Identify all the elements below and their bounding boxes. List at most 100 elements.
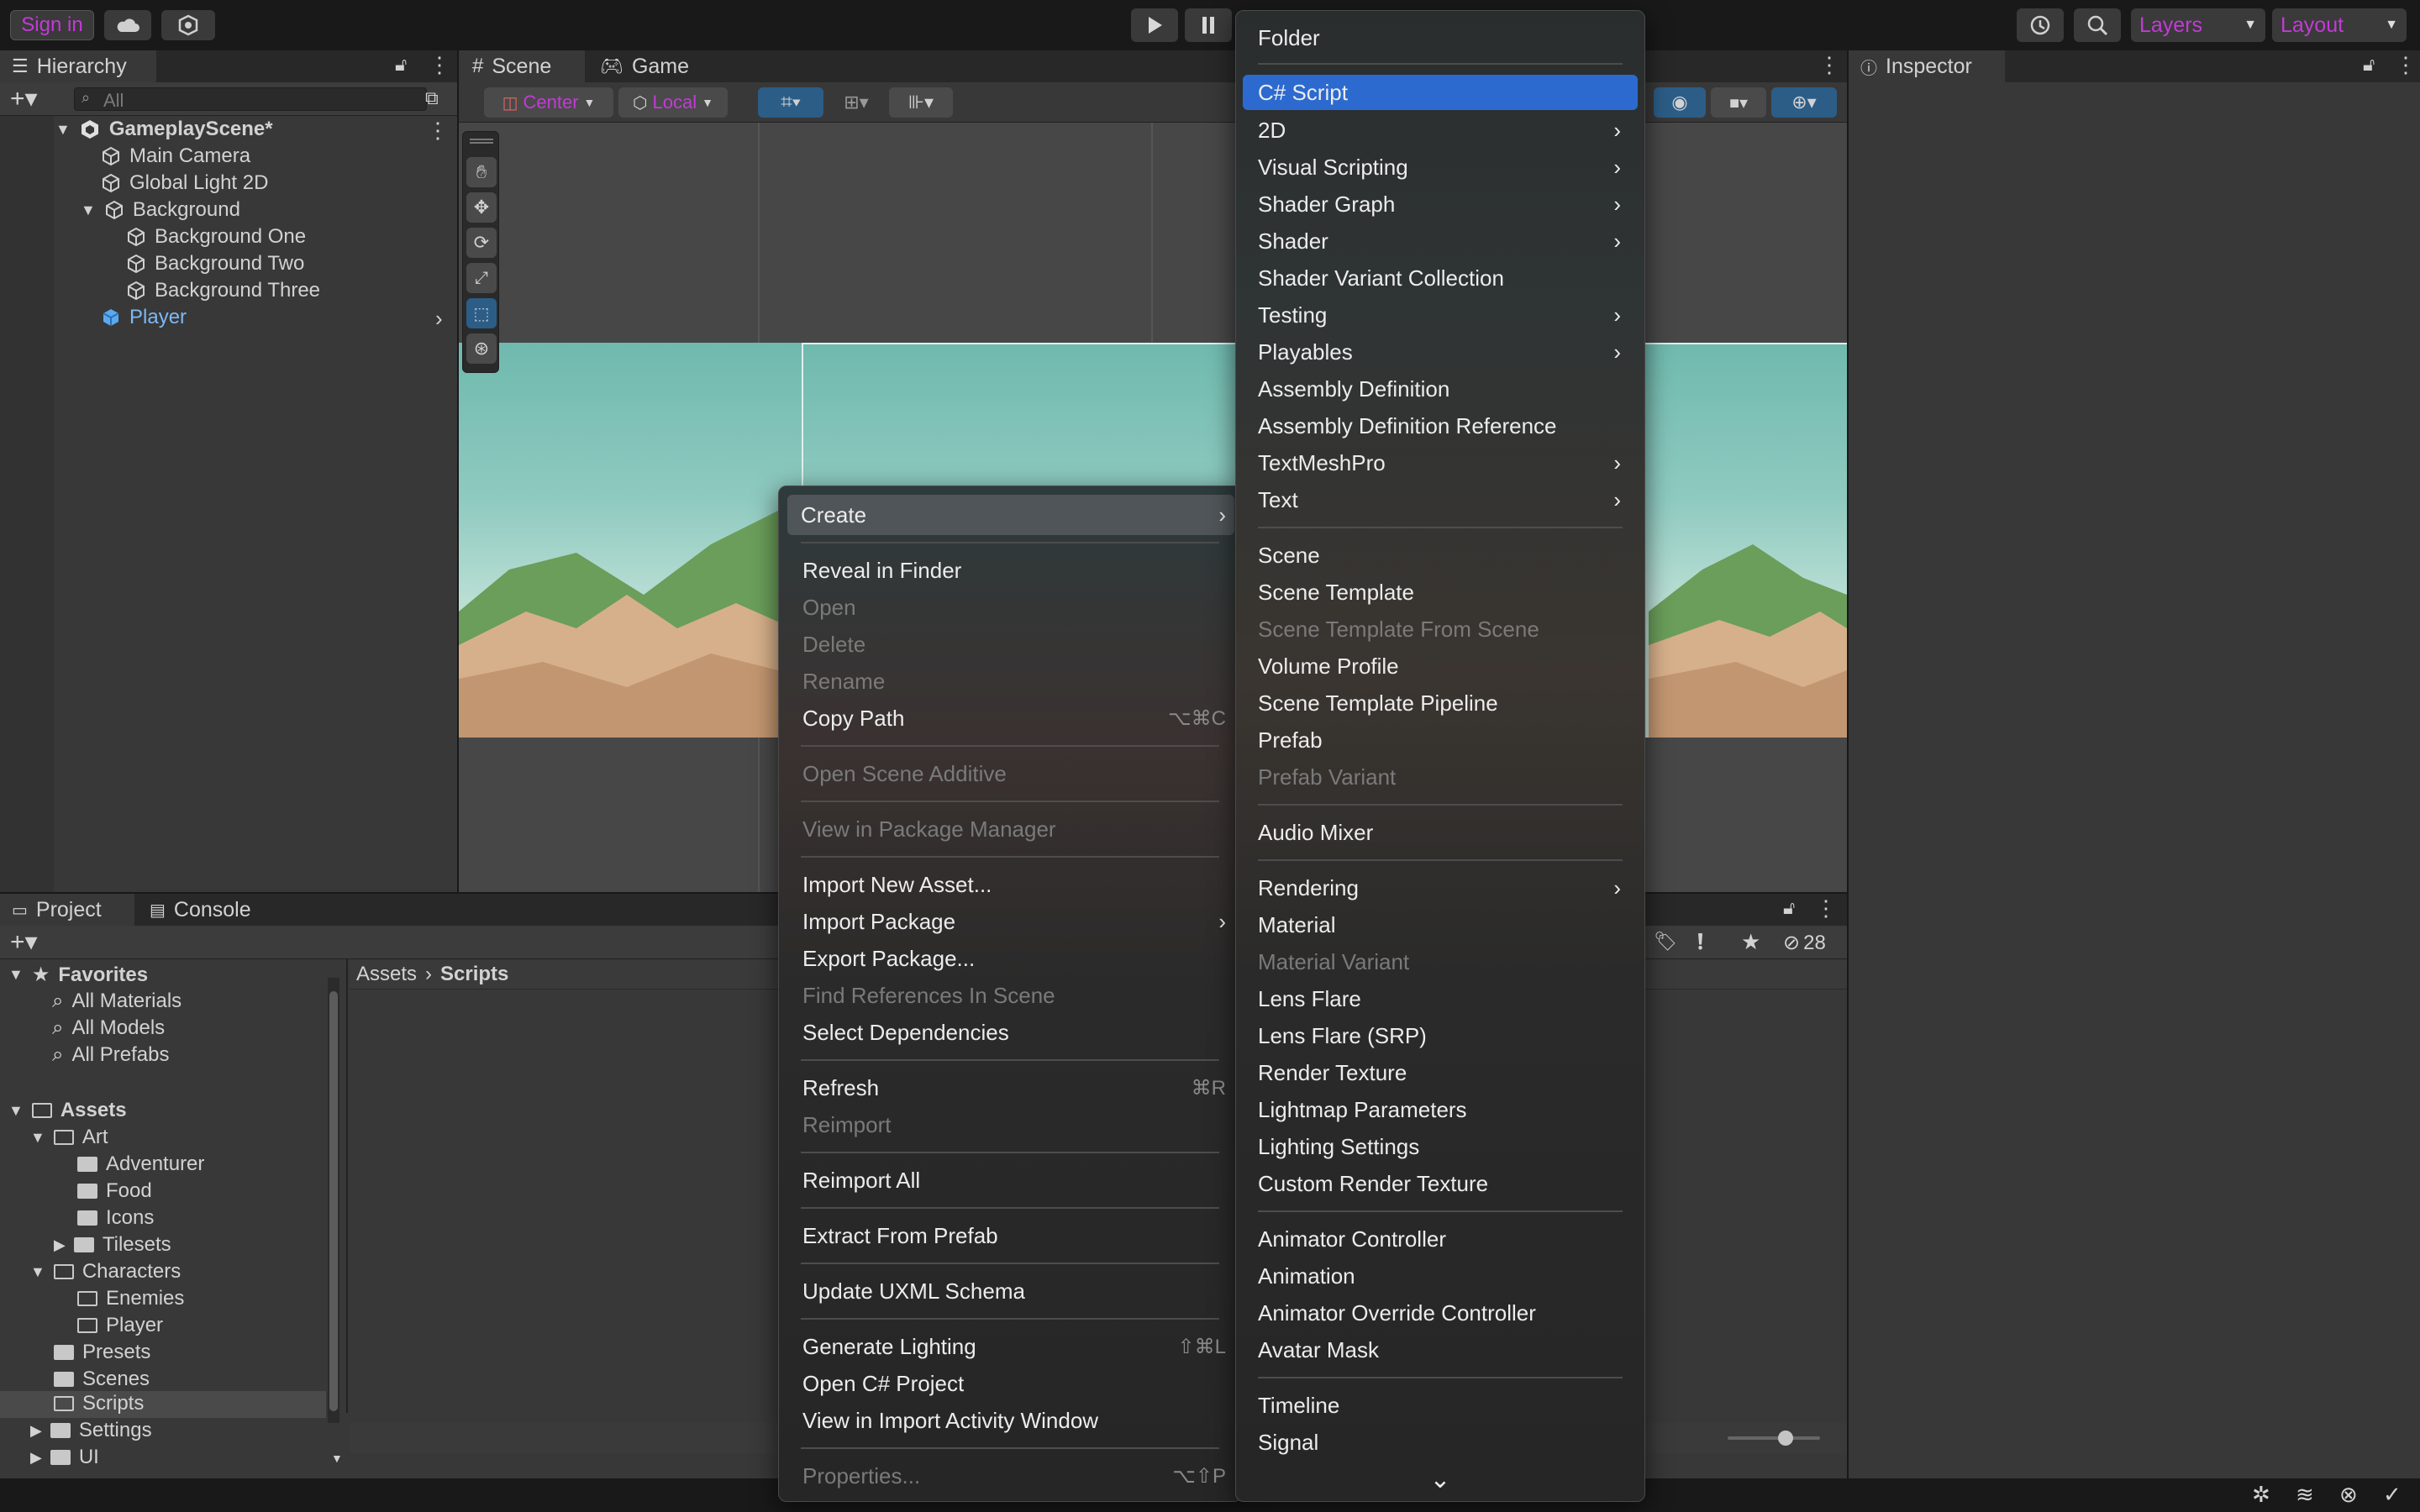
menu-2d[interactable]: 2D › bbox=[1236, 113, 1644, 147]
folder-tilesets[interactable]: ▶ Tilesets bbox=[54, 1233, 171, 1257]
favorites-header[interactable]: ▼ ★ Favorites bbox=[8, 963, 148, 987]
menu-timeline[interactable]: Timeline bbox=[1236, 1389, 1644, 1422]
menu-text[interactable]: Text › bbox=[1236, 483, 1644, 517]
history-button[interactable] bbox=[2017, 8, 2064, 42]
menu-animator-override-controller[interactable]: Animator Override Controller bbox=[1236, 1296, 1644, 1330]
scale-tool-button[interactable]: ⤢ bbox=[466, 263, 497, 293]
folder-scripts[interactable]: Scripts bbox=[54, 1392, 144, 1415]
menu-lens-flare-srp[interactable]: Lens Flare (SRP) bbox=[1236, 1019, 1644, 1053]
menu-assembly-definition[interactable]: Assembly Definition bbox=[1236, 372, 1644, 406]
menu-export-package[interactable]: Export Package... bbox=[779, 942, 1241, 975]
hierarchy-item-player[interactable]: Player bbox=[101, 306, 187, 329]
hierarchy-item-background-two[interactable]: Background Two bbox=[126, 252, 304, 276]
gizmos-button[interactable]: ⊕▾ bbox=[1771, 87, 1837, 118]
menu-refresh[interactable]: Refresh ⌘R bbox=[779, 1071, 1241, 1105]
collab-button[interactable] bbox=[161, 10, 215, 40]
add-object-button[interactable]: +▾ bbox=[10, 84, 38, 113]
menu-lens-flare[interactable]: Lens Flare bbox=[1236, 982, 1644, 1016]
zoom-slider[interactable] bbox=[1728, 1431, 1820, 1446]
layers-dropdown[interactable]: Layers ▼ bbox=[2131, 8, 2265, 42]
menu-reveal-in-finder[interactable]: Reveal in Finder bbox=[779, 554, 1241, 587]
fav-all-materials[interactable]: ⌕ All Materials bbox=[52, 990, 182, 1013]
tab-scene[interactable]: # Scene bbox=[459, 50, 585, 82]
menu-textmeshpro[interactable]: TextMeshPro › bbox=[1236, 446, 1644, 480]
cloud-button[interactable] bbox=[104, 10, 151, 40]
menu-extract-from-prefab[interactable]: Extract From Prefab bbox=[779, 1219, 1241, 1252]
menu-playables[interactable]: Playables › bbox=[1236, 335, 1644, 369]
menu-csharp-script[interactable]: C# Script bbox=[1243, 75, 1638, 110]
zoom-slider-knob[interactable] bbox=[1778, 1431, 1793, 1446]
menu-testing[interactable]: Testing › bbox=[1236, 298, 1644, 332]
menu-material-variant[interactable]: Material Variant bbox=[1236, 945, 1644, 979]
play-button[interactable] bbox=[1131, 8, 1178, 42]
grid-visibility-button[interactable]: ⊞▾ bbox=[829, 87, 884, 118]
folder-settings[interactable]: ▶ Settings bbox=[30, 1419, 152, 1442]
menu-select-dependencies[interactable]: Select Dependencies bbox=[779, 1016, 1241, 1049]
folder-art[interactable]: ▼ Art bbox=[30, 1126, 108, 1149]
menu-lightmap-parameters[interactable]: Lightmap Parameters bbox=[1236, 1093, 1644, 1126]
search-button[interactable] bbox=[2074, 8, 2121, 42]
folder-adventurer[interactable]: Adventurer bbox=[77, 1152, 204, 1176]
camera-button[interactable]: ■▾ bbox=[1711, 87, 1766, 118]
more-icon[interactable]: ⋮ bbox=[2395, 52, 2417, 78]
move-tool-button[interactable]: ✥ bbox=[466, 192, 497, 223]
create-button[interactable]: +▾ bbox=[10, 927, 38, 957]
scene-row[interactable]: ▼ GameplayScene* bbox=[55, 118, 273, 141]
more-icon[interactable]: ⋮ bbox=[429, 52, 450, 78]
menu-audio-mixer[interactable]: Audio Mixer bbox=[1236, 816, 1644, 849]
breadcrumb-assets[interactable]: Assets bbox=[356, 963, 417, 986]
folder-scenes[interactable]: Scenes bbox=[54, 1368, 150, 1391]
tab-game[interactable]: 🎮︎ Game bbox=[600, 50, 718, 82]
menu-lighting-settings[interactable]: Lighting Settings bbox=[1236, 1130, 1644, 1163]
scrollbar-thumb[interactable] bbox=[329, 991, 338, 1411]
increment-snap-button[interactable]: ⊪▾ bbox=[889, 87, 953, 118]
pause-button[interactable] bbox=[1185, 8, 1232, 42]
network-icon[interactable]: ⊗ bbox=[2339, 1482, 2358, 1508]
menu-visual-scripting[interactable]: Visual Scripting › bbox=[1236, 150, 1644, 184]
lock-icon[interactable]: 🔓︎ bbox=[395, 54, 407, 76]
rotate-tool-button[interactable]: ⟳ bbox=[466, 228, 497, 258]
layout-dropdown[interactable]: Layout ▼ bbox=[2272, 8, 2407, 42]
tab-inspector[interactable]: ⓘ Inspector bbox=[1849, 50, 2005, 82]
tree-scrollbar[interactable] bbox=[328, 978, 339, 1423]
menu-rendering[interactable]: Rendering › bbox=[1236, 871, 1644, 905]
more-icon[interactable]: ⋮ bbox=[1815, 895, 1837, 921]
menu-shader-graph[interactable]: Shader Graph › bbox=[1236, 187, 1644, 221]
menu-view-in-import-activity[interactable]: View in Import Activity Window bbox=[779, 1404, 1241, 1437]
rect-tool-button[interactable]: ⬚ bbox=[466, 298, 497, 328]
cache-icon[interactable]: ≋ bbox=[2296, 1482, 2314, 1508]
menu-prefab-variant[interactable]: Prefab Variant bbox=[1236, 760, 1644, 794]
folder-presets[interactable]: Presets bbox=[54, 1341, 150, 1364]
favorite-star-icon[interactable]: ★ bbox=[1741, 929, 1760, 955]
menu-reimport[interactable]: Reimport bbox=[779, 1108, 1241, 1142]
space-dropdown[interactable]: ⬡ Local ▼ bbox=[618, 87, 728, 118]
assets-header[interactable]: ▼ Assets bbox=[8, 1099, 127, 1122]
pivot-dropdown[interactable]: ◫ Center ▼ bbox=[484, 87, 613, 118]
tab-hierarchy[interactable]: ☰ Hierarchy bbox=[0, 50, 156, 82]
menu-shader[interactable]: Shader › bbox=[1236, 224, 1644, 258]
transform-tool-button[interactable]: ⊛ bbox=[466, 333, 497, 364]
chevron-right-icon[interactable]: › bbox=[435, 306, 443, 332]
label-filter-icon[interactable]: 🏷︎ bbox=[1654, 931, 1677, 953]
menu-reimport-all[interactable]: Reimport All bbox=[779, 1163, 1241, 1197]
menu-scroll-down[interactable]: ⌄ bbox=[1236, 1462, 1644, 1496]
hierarchy-search-input[interactable]: ⌕ All bbox=[74, 87, 427, 111]
menu-delete[interactable]: Delete bbox=[779, 627, 1241, 661]
menu-scene-template-pipeline[interactable]: Scene Template Pipeline bbox=[1236, 686, 1644, 720]
hierarchy-item-background-one[interactable]: Background One bbox=[126, 225, 306, 249]
menu-properties[interactable]: Properties... ⌥⇧P bbox=[779, 1459, 1241, 1493]
menu-animation[interactable]: Animation bbox=[1236, 1259, 1644, 1293]
menu-generate-lighting[interactable]: Generate Lighting ⇧⌘L bbox=[779, 1330, 1241, 1363]
menu-scene[interactable]: Scene bbox=[1236, 538, 1644, 572]
menu-open[interactable]: Open bbox=[779, 591, 1241, 624]
menu-scene-template-from-scene[interactable]: Scene Template From Scene bbox=[1236, 612, 1644, 646]
lock-icon[interactable]: 🔓︎ bbox=[2363, 54, 2375, 76]
folder-food[interactable]: Food bbox=[77, 1179, 152, 1203]
check-icon[interactable]: ✓ bbox=[2383, 1482, 2402, 1508]
tree-scroll-down-icon[interactable]: ▼ bbox=[331, 1452, 343, 1465]
hierarchy-item-global-light[interactable]: Global Light 2D bbox=[101, 171, 268, 195]
menu-import-new-asset[interactable]: Import New Asset... bbox=[779, 868, 1241, 901]
more-icon[interactable]: ⋮ bbox=[1818, 52, 1840, 78]
warning-filter-icon[interactable]: ❗︎ bbox=[1697, 929, 1703, 956]
folder-characters[interactable]: ▼ Characters bbox=[30, 1260, 181, 1284]
